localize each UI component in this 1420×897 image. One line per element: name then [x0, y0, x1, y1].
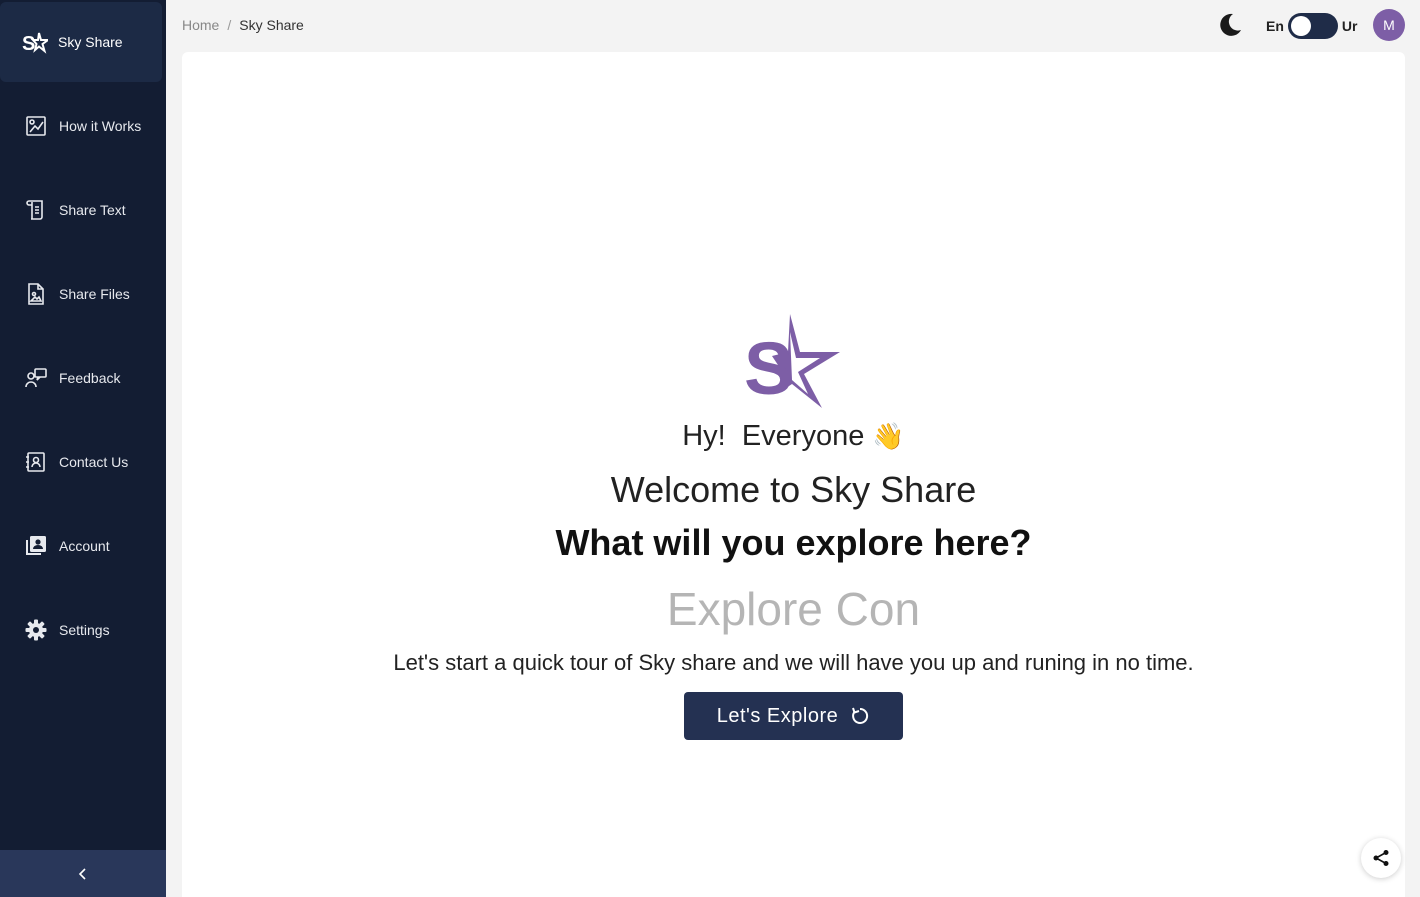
lang-en-label: En: [1266, 18, 1284, 34]
scroll-icon: [24, 198, 48, 222]
sidebar-collapse-button[interactable]: [0, 850, 166, 897]
share-button[interactable]: [1361, 838, 1401, 878]
sidebar-item-label: Share Files: [59, 286, 130, 302]
sidebar-item-label: Contact Us: [59, 454, 129, 470]
svg-text:S: S: [744, 327, 793, 410]
account-icon: [24, 534, 48, 558]
sidebar-item-label: Feedback: [59, 370, 121, 386]
sky-share-logo-icon: S: [22, 32, 48, 55]
lets-explore-label: Let's Explore: [716, 704, 839, 727]
toggle-knob: [1290, 16, 1311, 36]
sidebar-item-share-text[interactable]: Share Text: [0, 180, 166, 240]
feedback-icon: [24, 366, 48, 390]
sidebar-item-how-it-works[interactable]: How it Works: [0, 96, 166, 156]
contact-card-icon: [24, 450, 48, 474]
greeting-text: Hy! Everyone: [682, 420, 865, 452]
breadcrumb: Home / Sky Share: [182, 17, 304, 33]
gear-icon: [24, 618, 48, 642]
sky-share-hero-logo-icon: S: [744, 314, 840, 410]
avatar[interactable]: M: [1373, 9, 1405, 41]
sidebar-item-feedback[interactable]: Feedback: [0, 348, 166, 408]
greeting-heading: Hy! Everyone 👋: [182, 420, 1405, 453]
sidebar-item-label: Settings: [59, 622, 110, 638]
welcome-heading: Welcome to Sky Share: [610, 469, 977, 510]
sidebar-brand[interactable]: S Sky Share: [0, 2, 162, 82]
typing-text: Explore Con: [666, 583, 921, 635]
sidebar: S Sky Share How it Works Share Text Shar…: [0, 0, 166, 897]
question-heading: What will you explore here?: [555, 522, 1032, 563]
main-card: S Hy! Everyone 👋 Welcome to Sky Share Wh…: [182, 52, 1405, 897]
tagline: Let's start a quick tour of Sky share an…: [393, 650, 1194, 675]
moon-icon[interactable]: [1216, 11, 1244, 39]
refresh-icon: [852, 707, 869, 724]
language-toggle[interactable]: [1287, 13, 1338, 39]
sidebar-item-account[interactable]: Account: [0, 516, 166, 576]
sidebar-item-contact-us[interactable]: Contact Us: [0, 432, 166, 492]
breadcrumb-separator: /: [227, 17, 232, 33]
brand-label: Sky Share: [58, 34, 123, 50]
share-icon: [1373, 850, 1389, 866]
how-it-works-icon: [24, 114, 48, 138]
breadcrumb-current: Sky Share: [239, 17, 304, 33]
sidebar-item-settings[interactable]: Settings: [0, 600, 166, 660]
lets-explore-button[interactable]: Let's Explore: [684, 692, 903, 740]
lang-ur-label: Ur: [1341, 18, 1358, 34]
breadcrumb-home[interactable]: Home: [182, 17, 219, 33]
sidebar-item-label: Share Text: [59, 202, 126, 218]
sidebar-item-share-files[interactable]: Share Files: [0, 264, 166, 324]
sidebar-item-label: Account: [59, 538, 110, 554]
sidebar-item-label: How it Works: [59, 118, 142, 134]
svg-text:S: S: [22, 33, 35, 55]
chevron-left-icon: [78, 867, 86, 880]
waving-hand-icon: 👋: [872, 421, 905, 451]
image-file-icon: [24, 282, 48, 306]
language-switch: En Ur: [1266, 13, 1357, 39]
